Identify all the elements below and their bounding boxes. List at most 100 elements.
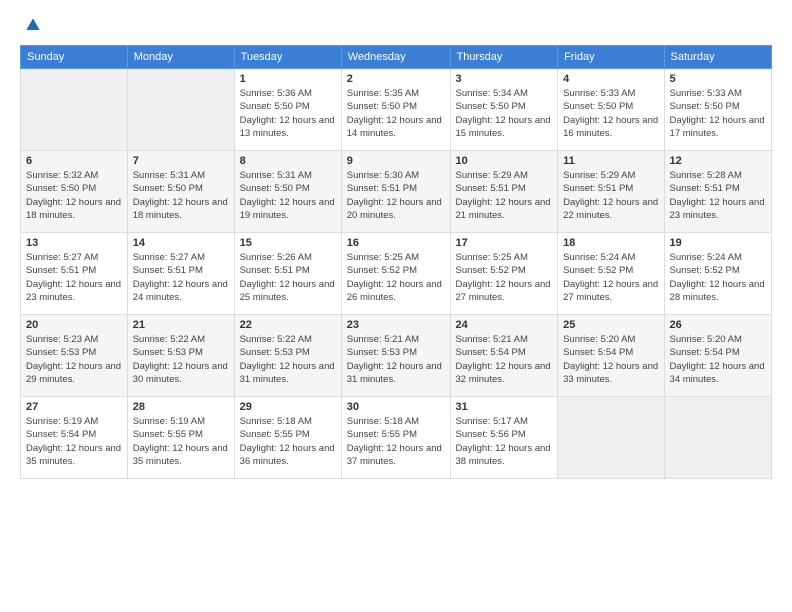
day-header-saturday: Saturday	[664, 46, 771, 69]
day-number: 30	[347, 401, 445, 413]
day-cell: 21 Sunrise: 5:22 AM Sunset: 5:53 PM Dayli…	[127, 315, 234, 397]
day-cell: 17 Sunrise: 5:25 AM Sunset: 5:52 PM Dayli…	[450, 233, 558, 315]
day-number: 5	[670, 73, 766, 85]
day-cell	[21, 69, 128, 151]
day-cell: 23 Sunrise: 5:21 AM Sunset: 5:53 PM Dayli…	[341, 315, 450, 397]
day-info: Sunrise: 5:21 AM Sunset: 5:53 PM Dayligh…	[347, 333, 445, 386]
day-number: 27	[26, 401, 122, 413]
day-info: Sunrise: 5:33 AM Sunset: 5:50 PM Dayligh…	[563, 87, 658, 140]
day-cell: 3Sunrise: 5:34 AM Sunset: 5:50 PM Daylig…	[450, 69, 558, 151]
day-cell: 10Sunrise: 5:29 AM Sunset: 5:51 PM Dayli…	[450, 151, 558, 233]
week-row-5: 27 Sunrise: 5:19 AM Sunset: 5:54 PM Dayli…	[21, 397, 772, 479]
day-cell: 6Sunrise: 5:32 AM Sunset: 5:50 PM Daylig…	[21, 151, 128, 233]
day-info: Sunrise: 5:24 AM Sunset: 5:52 PM Dayligh…	[670, 251, 766, 304]
day-number: 28	[133, 401, 229, 413]
day-cell: 30Sunrise: 5:18 AM Sunset: 5:55 PM Dayli…	[341, 397, 450, 479]
day-cell: 27 Sunrise: 5:19 AM Sunset: 5:54 PM Dayli…	[21, 397, 128, 479]
day-number: 23	[347, 319, 445, 331]
day-cell: 8 Sunrise: 5:31 AM Sunset: 5:50 PM Daylig…	[234, 151, 341, 233]
day-cell: 19 Sunrise: 5:24 AM Sunset: 5:52 PM Dayli…	[664, 233, 771, 315]
day-header-monday: Monday	[127, 46, 234, 69]
day-header-sunday: Sunday	[21, 46, 128, 69]
day-cell: 2 Sunrise: 5:35 AM Sunset: 5:50 PM Daylig…	[341, 69, 450, 151]
day-info: Sunrise: 5:31 AM Sunset: 5:50 PM Dayligh…	[133, 169, 229, 222]
day-cell: 31 Sunrise: 5:17 AM Sunset: 5:56 PM Dayli…	[450, 397, 558, 479]
day-info: Sunrise: 5:19 AM Sunset: 5:54 PM Dayligh…	[26, 415, 122, 468]
day-header-wednesday: Wednesday	[341, 46, 450, 69]
day-number: 26	[670, 319, 766, 331]
day-number: 24	[456, 319, 553, 331]
day-info: Sunrise: 5:30 AM Sunset: 5:51 PM Dayligh…	[347, 169, 445, 222]
day-number: 21	[133, 319, 229, 331]
day-number: 18	[563, 237, 658, 249]
day-cell: 7 Sunrise: 5:31 AM Sunset: 5:50 PM Daylig…	[127, 151, 234, 233]
day-number: 20	[26, 319, 122, 331]
day-number: 11	[563, 155, 658, 167]
day-cell: 25 Sunrise: 5:20 AM Sunset: 5:54 PM Dayli…	[558, 315, 664, 397]
day-number: 7	[133, 155, 229, 167]
week-row-1: 1 Sunrise: 5:36 AM Sunset: 5:50 PM Daylig…	[21, 69, 772, 151]
day-cell: 9 Sunrise: 5:30 AM Sunset: 5:51 PM Daylig…	[341, 151, 450, 233]
day-info: Sunrise: 5:35 AM Sunset: 5:50 PM Dayligh…	[347, 87, 445, 140]
day-number: 13	[26, 237, 122, 249]
day-cell: 20 Sunrise: 5:23 AM Sunset: 5:53 PM Dayli…	[21, 315, 128, 397]
day-number: 8	[240, 155, 336, 167]
calendar: SundayMondayTuesdayWednesdayThursdayFrid…	[20, 45, 772, 479]
day-number: 15	[240, 237, 336, 249]
day-info: Sunrise: 5:27 AM Sunset: 5:51 PM Dayligh…	[133, 251, 229, 304]
calendar-header-row: SundayMondayTuesdayWednesdayThursdayFrid…	[21, 46, 772, 69]
day-info: Sunrise: 5:24 AM Sunset: 5:52 PM Dayligh…	[563, 251, 658, 304]
day-number: 17	[456, 237, 553, 249]
day-info: Sunrise: 5:22 AM Sunset: 5:53 PM Dayligh…	[133, 333, 229, 386]
day-number: 22	[240, 319, 336, 331]
day-cell: 29 Sunrise: 5:18 AM Sunset: 5:55 PM Dayli…	[234, 397, 341, 479]
day-number: 12	[670, 155, 766, 167]
day-info: Sunrise: 5:28 AM Sunset: 5:51 PM Dayligh…	[670, 169, 766, 222]
day-info: Sunrise: 5:25 AM Sunset: 5:52 PM Dayligh…	[456, 251, 553, 304]
day-info: Sunrise: 5:18 AM Sunset: 5:55 PM Dayligh…	[240, 415, 336, 468]
page: SundayMondayTuesdayWednesdayThursdayFrid…	[0, 0, 792, 612]
day-info: Sunrise: 5:19 AM Sunset: 5:55 PM Dayligh…	[133, 415, 229, 468]
day-number: 16	[347, 237, 445, 249]
day-cell: 11 Sunrise: 5:29 AM Sunset: 5:51 PM Dayli…	[558, 151, 664, 233]
day-cell: 12 Sunrise: 5:28 AM Sunset: 5:51 PM Dayli…	[664, 151, 771, 233]
day-number: 9	[347, 155, 445, 167]
logo-icon	[23, 15, 43, 35]
day-number: 10	[456, 155, 553, 167]
day-cell	[664, 397, 771, 479]
day-number: 1	[240, 73, 336, 85]
day-info: Sunrise: 5:33 AM Sunset: 5:50 PM Dayligh…	[670, 87, 766, 140]
day-cell: 5 Sunrise: 5:33 AM Sunset: 5:50 PM Daylig…	[664, 69, 771, 151]
day-number: 14	[133, 237, 229, 249]
day-cell: 1 Sunrise: 5:36 AM Sunset: 5:50 PM Daylig…	[234, 69, 341, 151]
day-info: Sunrise: 5:23 AM Sunset: 5:53 PM Dayligh…	[26, 333, 122, 386]
week-row-3: 13 Sunrise: 5:27 AM Sunset: 5:51 PM Dayli…	[21, 233, 772, 315]
week-row-2: 6Sunrise: 5:32 AM Sunset: 5:50 PM Daylig…	[21, 151, 772, 233]
day-info: Sunrise: 5:36 AM Sunset: 5:50 PM Dayligh…	[240, 87, 336, 140]
day-number: 3	[456, 73, 553, 85]
day-cell: 26Sunrise: 5:20 AM Sunset: 5:54 PM Dayli…	[664, 315, 771, 397]
day-cell	[558, 397, 664, 479]
day-info: Sunrise: 5:25 AM Sunset: 5:52 PM Dayligh…	[347, 251, 445, 304]
day-cell: 16 Sunrise: 5:25 AM Sunset: 5:52 PM Dayli…	[341, 233, 450, 315]
day-info: Sunrise: 5:21 AM Sunset: 5:54 PM Dayligh…	[456, 333, 553, 386]
day-info: Sunrise: 5:32 AM Sunset: 5:50 PM Dayligh…	[26, 169, 122, 222]
day-number: 19	[670, 237, 766, 249]
day-info: Sunrise: 5:17 AM Sunset: 5:56 PM Dayligh…	[456, 415, 553, 468]
day-cell: 14 Sunrise: 5:27 AM Sunset: 5:51 PM Dayli…	[127, 233, 234, 315]
day-number: 25	[563, 319, 658, 331]
day-cell: 22Sunrise: 5:22 AM Sunset: 5:53 PM Dayli…	[234, 315, 341, 397]
day-number: 29	[240, 401, 336, 413]
header	[20, 15, 772, 35]
day-info: Sunrise: 5:20 AM Sunset: 5:54 PM Dayligh…	[563, 333, 658, 386]
day-number: 2	[347, 73, 445, 85]
day-info: Sunrise: 5:31 AM Sunset: 5:50 PM Dayligh…	[240, 169, 336, 222]
day-header-tuesday: Tuesday	[234, 46, 341, 69]
day-info: Sunrise: 5:26 AM Sunset: 5:51 PM Dayligh…	[240, 251, 336, 304]
day-number: 31	[456, 401, 553, 413]
day-header-friday: Friday	[558, 46, 664, 69]
day-cell: 24 Sunrise: 5:21 AM Sunset: 5:54 PM Dayli…	[450, 315, 558, 397]
day-info: Sunrise: 5:29 AM Sunset: 5:51 PM Dayligh…	[563, 169, 658, 222]
day-cell: 28 Sunrise: 5:19 AM Sunset: 5:55 PM Dayli…	[127, 397, 234, 479]
week-row-4: 20 Sunrise: 5:23 AM Sunset: 5:53 PM Dayli…	[21, 315, 772, 397]
